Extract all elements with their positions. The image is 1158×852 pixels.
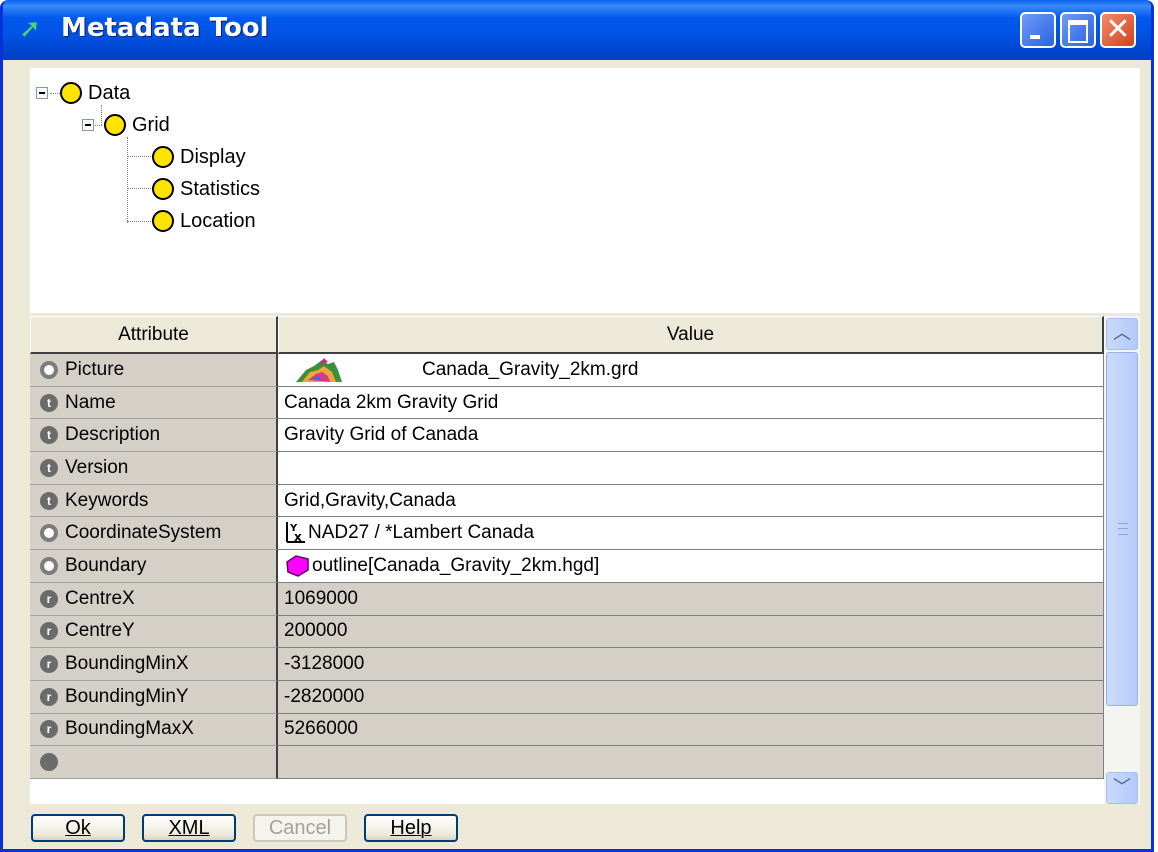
attribute-name: Version bbox=[65, 456, 129, 478]
text-type-icon: t bbox=[40, 393, 58, 412]
tree-node-display[interactable]: Display bbox=[152, 142, 246, 172]
ok-button[interactable]: Ok bbox=[31, 814, 125, 842]
attribute-name: CentreX bbox=[65, 587, 135, 609]
scroll-up-button[interactable]: ︿ bbox=[1106, 318, 1138, 350]
value-cell: -3128000 bbox=[278, 648, 1104, 681]
chevron-down-icon: ﹀ bbox=[1113, 777, 1131, 798]
real-type-icon bbox=[40, 753, 58, 772]
grid-header: Attribute Value bbox=[30, 316, 1104, 354]
node-icon bbox=[152, 210, 174, 232]
table-row[interactable]: CoordinateSystem Y x NAD27 / *Lambert Ca… bbox=[30, 517, 1104, 551]
coordinate-system-icon: Y x bbox=[286, 522, 305, 544]
value-cell: -2820000 bbox=[278, 680, 1104, 714]
scroll-down-button[interactable]: ﹀ bbox=[1106, 772, 1138, 804]
attribute-name: CentreY bbox=[65, 620, 135, 642]
attribute-name: Name bbox=[65, 391, 116, 413]
text-type-icon: t bbox=[40, 458, 58, 477]
vertical-scrollbar[interactable]: ︿ ﹀ bbox=[1104, 316, 1140, 804]
value-cell[interactable]: Grid,Gravity,Canada bbox=[278, 484, 1104, 518]
minimize-button[interactable] bbox=[1020, 12, 1056, 48]
attribute-name: BoundingMinY bbox=[65, 685, 189, 707]
value-cell: 1069000 bbox=[278, 582, 1104, 616]
table-row[interactable]: r BoundingMinX -3128000 bbox=[30, 648, 1104, 681]
real-type-icon: r bbox=[40, 687, 58, 706]
attribute-name: Keywords bbox=[65, 489, 149, 511]
real-type-icon: r bbox=[40, 720, 58, 739]
table-row[interactable]: t Description Gravity Grid of Canada bbox=[30, 419, 1104, 453]
chevron-up-icon: ︿ bbox=[1113, 323, 1131, 344]
value-cell[interactable]: Canada 2km Gravity Grid bbox=[278, 386, 1104, 420]
table-row[interactable]: Picture Canada_Gravity_2km.grd bbox=[30, 354, 1104, 387]
svg-text:x: x bbox=[294, 530, 302, 544]
cancel-button[interactable]: Cancel bbox=[253, 814, 347, 842]
object-type-icon bbox=[40, 524, 58, 543]
value-cell[interactable] bbox=[278, 452, 1104, 485]
object-type-icon bbox=[40, 360, 58, 379]
tree-node-statistics[interactable]: Statistics bbox=[152, 174, 260, 204]
table-row[interactable]: r BoundingMinY -2820000 bbox=[30, 680, 1104, 714]
table-row[interactable]: r CentreY 200000 bbox=[30, 615, 1104, 649]
tree-node-label: Grid bbox=[132, 113, 170, 136]
real-type-icon: r bbox=[40, 622, 58, 641]
attribute-name: Picture bbox=[65, 358, 125, 380]
node-icon bbox=[152, 178, 174, 200]
attribute-name: CoordinateSystem bbox=[65, 522, 222, 544]
table-row[interactable]: r BoundingMaxX 5266000 bbox=[30, 713, 1104, 747]
window-title: Metadata Tool bbox=[61, 13, 269, 43]
collapse-icon[interactable] bbox=[82, 119, 94, 131]
table-row-partial[interactable] bbox=[30, 746, 1104, 779]
node-icon bbox=[152, 146, 174, 168]
column-header-value[interactable]: Value bbox=[278, 316, 1104, 354]
boundary-value: outline[Canada_Gravity_2km.hgd] bbox=[312, 554, 600, 576]
coordinate-system-value: NAD27 / *Lambert Canada bbox=[308, 522, 535, 544]
title-bar[interactable]: ➚ Metadata Tool ✕ bbox=[3, 0, 1151, 60]
attribute-name: BoundingMaxX bbox=[65, 718, 194, 740]
collapse-icon[interactable] bbox=[36, 87, 48, 99]
xml-button[interactable]: XML bbox=[142, 814, 236, 842]
close-button[interactable]: ✕ bbox=[1100, 12, 1136, 48]
scrollbar-thumb[interactable] bbox=[1106, 352, 1138, 706]
maximize-button[interactable] bbox=[1060, 12, 1096, 48]
tree-node-location[interactable]: Location bbox=[152, 206, 256, 236]
real-type-icon: r bbox=[40, 589, 58, 608]
attribute-name: BoundingMinX bbox=[65, 653, 189, 675]
value-cell[interactable]: Gravity Grid of Canada bbox=[278, 419, 1104, 453]
dialog-buttons: Ok XML Cancel Help bbox=[3, 808, 1151, 848]
real-type-icon: r bbox=[40, 655, 58, 674]
table-row[interactable]: t Version bbox=[30, 452, 1104, 485]
tree-node-grid[interactable]: Grid bbox=[82, 110, 170, 140]
tree-node-label: Statistics bbox=[180, 177, 261, 200]
grid-rows: Picture Canada_Gravity_2km.grd t Name Can… bbox=[30, 354, 1104, 779]
tree-node-label: Display bbox=[180, 145, 246, 168]
table-row[interactable]: Boundary outline[Canada_Gravity_2km.hgd] bbox=[30, 550, 1104, 583]
tree-node-label: Data bbox=[88, 81, 131, 104]
text-type-icon: t bbox=[40, 426, 58, 445]
attribute-grid: Attribute Value Picture Canada_Gravity_2… bbox=[30, 316, 1140, 804]
node-icon bbox=[104, 114, 126, 136]
attribute-name: Boundary bbox=[65, 554, 147, 576]
picture-filename: Canada_Gravity_2km.grd bbox=[422, 358, 639, 380]
metadata-tree[interactable]: Data Grid Display Statistics Location bbox=[30, 68, 1140, 313]
metadata-tool-window: ➚ Metadata Tool ✕ Data Grid Display Stat… bbox=[0, 0, 1154, 852]
node-icon bbox=[60, 82, 82, 104]
value-cell: 5266000 bbox=[278, 713, 1104, 747]
table-row[interactable]: t Name Canada 2km Gravity Grid bbox=[30, 386, 1104, 420]
grip-icon bbox=[1118, 523, 1128, 535]
column-header-attribute[interactable]: Attribute bbox=[30, 316, 278, 354]
text-type-icon: t bbox=[40, 491, 58, 510]
close-icon: ✕ bbox=[1105, 12, 1131, 47]
table-row[interactable]: t Keywords Grid,Gravity,Canada bbox=[30, 484, 1104, 518]
tree-node-data[interactable]: Data bbox=[36, 78, 130, 108]
grid-thumbnail-icon bbox=[296, 357, 342, 382]
metadata-tool-icon: ➚ bbox=[19, 14, 41, 44]
polygon-icon bbox=[286, 555, 309, 577]
attribute-name: Description bbox=[65, 424, 161, 446]
table-row[interactable]: r CentreX 1069000 bbox=[30, 582, 1104, 616]
object-type-icon bbox=[40, 556, 58, 575]
tree-node-label: Location bbox=[180, 209, 256, 232]
value-cell: 200000 bbox=[278, 615, 1104, 649]
help-button[interactable]: Help bbox=[364, 814, 458, 842]
